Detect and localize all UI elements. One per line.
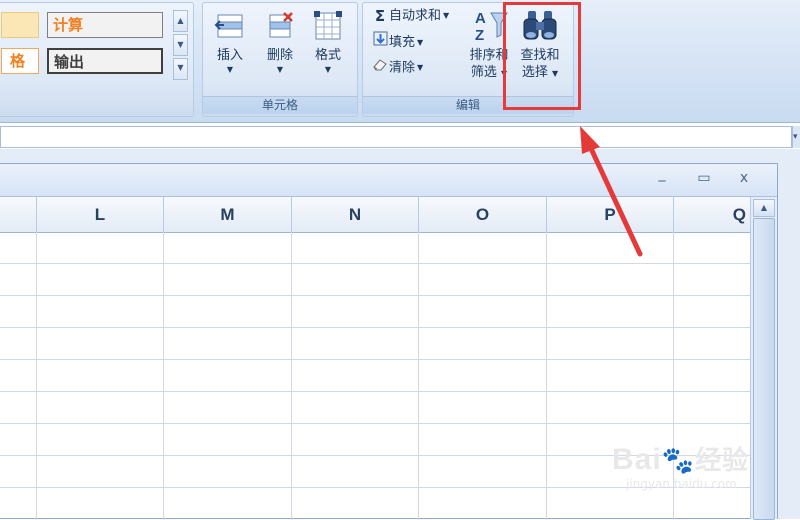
- insert-button[interactable]: 插入 ▼: [209, 9, 251, 76]
- chevron-down-icon: ▼: [417, 63, 424, 72]
- fill-down-icon: [371, 31, 389, 54]
- grid-line: [291, 232, 292, 520]
- column-header-q[interactable]: Q: [674, 197, 750, 232]
- svg-text:Z: Z: [475, 27, 484, 43]
- insert-label: 插入: [216, 48, 243, 63]
- clear-button[interactable]: 清除 ▼: [371, 57, 423, 79]
- column-header-n[interactable]: N: [292, 197, 419, 232]
- gallery-scroll-down-button[interactable]: ▼: [173, 34, 188, 56]
- scrollbar-thumb[interactable]: [753, 218, 775, 520]
- watermark-brand: Bai🐾经验: [612, 443, 750, 476]
- column-header-row: L M N O P Q: [0, 197, 750, 233]
- column-header-o[interactable]: O: [419, 197, 547, 232]
- restore-icon[interactable]: ▭: [694, 170, 714, 186]
- format-label: 格式: [314, 48, 341, 63]
- grid-line: [0, 327, 750, 328]
- styles-group: 计算 格 输出 ▲ ▼ ▼: [0, 2, 194, 117]
- delete-button[interactable]: 删除 ▼: [259, 9, 301, 76]
- grid-line: [36, 232, 37, 520]
- chevron-down-icon: ▼: [324, 65, 332, 74]
- style-output[interactable]: 输出: [47, 48, 163, 74]
- format-cells-icon: [314, 11, 342, 40]
- grid-line: [0, 295, 750, 296]
- chevron-down-icon: ▼: [276, 65, 284, 74]
- style-calculation[interactable]: 计算: [47, 12, 163, 38]
- close-icon[interactable]: x: [734, 170, 754, 186]
- find-select-highlight-box: [503, 2, 581, 110]
- minimize-icon[interactable]: _: [652, 166, 672, 182]
- grid-line: [0, 359, 750, 360]
- grid-line: [546, 232, 547, 520]
- delete-cells-icon: [269, 12, 293, 38]
- gallery-more-button[interactable]: ▼: [173, 58, 188, 80]
- style-check-cell[interactable]: 格: [1, 48, 39, 74]
- chevron-down-icon: ▼: [443, 11, 450, 20]
- svg-text:A: A: [475, 10, 486, 27]
- format-button[interactable]: 格式 ▼: [307, 9, 349, 76]
- autosum-label: 自动求和: [389, 8, 442, 24]
- vertical-scrollbar[interactable]: ▲: [750, 197, 777, 520]
- cells-group-label: 单元格: [203, 96, 357, 114]
- clear-label: 清除: [389, 60, 416, 76]
- grid-line: [163, 232, 164, 520]
- eraser-icon: [371, 57, 389, 79]
- grid-line: [0, 391, 750, 392]
- grid-line: [418, 232, 419, 520]
- chevron-down-icon: ▼: [226, 65, 234, 74]
- formula-bar-expand-button[interactable]: ▾: [792, 126, 800, 148]
- sigma-icon: Σ: [374, 7, 386, 25]
- ribbon: 计算 格 输出 ▲ ▼ ▼ 插入 ▼ 删除 ▼ 格式 ▼ 单元格 Σ 自动求和 …: [0, 0, 800, 123]
- cells-group: 插入 ▼ 删除 ▼ 格式 ▼ 单元格: [202, 2, 358, 117]
- chevron-down-icon: ▼: [417, 37, 424, 47]
- column-header-prev[interactable]: [0, 197, 37, 232]
- column-header-m[interactable]: M: [164, 197, 292, 232]
- workbook-title-bar: _ ▭ x: [0, 164, 777, 197]
- grid-line: [0, 263, 750, 264]
- style-cell-blank[interactable]: [1, 12, 39, 38]
- grid-line: [0, 423, 750, 424]
- watermark-url: jingyan.baidu.com: [626, 477, 737, 491]
- fill-button[interactable]: 填充 ▼: [371, 31, 423, 53]
- autosum-button[interactable]: Σ 自动求和 ▼: [371, 5, 449, 27]
- insert-cells-icon: [214, 14, 243, 38]
- column-header-l[interactable]: L: [37, 197, 164, 232]
- column-header-p[interactable]: P: [547, 197, 674, 232]
- scroll-up-icon[interactable]: ▲: [753, 199, 775, 217]
- formula-bar-input[interactable]: [0, 126, 792, 148]
- delete-label: 删除: [266, 48, 293, 63]
- fill-label: 填充: [389, 35, 416, 50]
- gallery-scroll-up-button[interactable]: ▲: [173, 10, 188, 32]
- baidu-watermark: Bai🐾经验 jingyan.baidu.com: [612, 440, 749, 491]
